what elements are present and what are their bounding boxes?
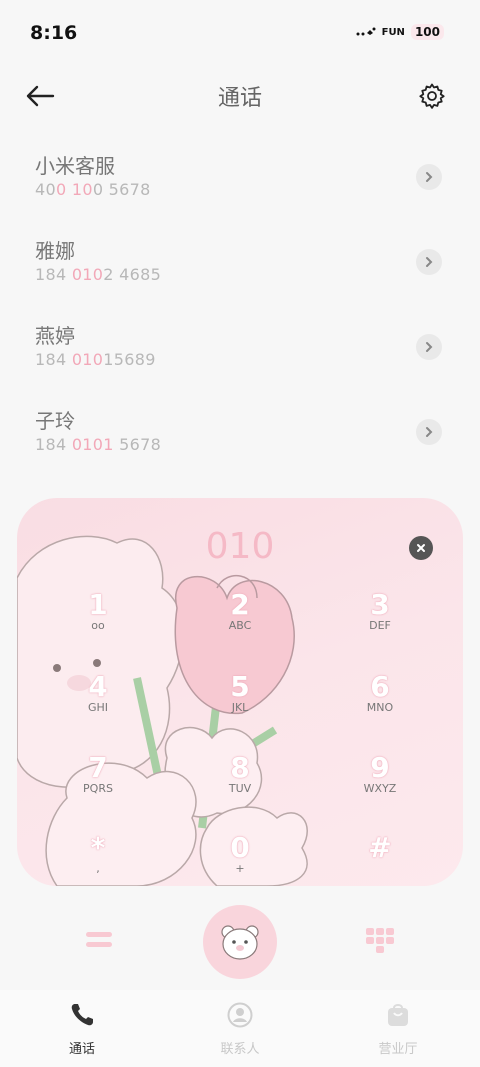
key-7[interactable]: 7 PQRS bbox=[38, 751, 158, 821]
key-5[interactable]: 5 JKL bbox=[180, 670, 300, 740]
tab-service-hall[interactable]: 营业厅 bbox=[353, 1002, 443, 1057]
contact-detail-button[interactable] bbox=[416, 334, 442, 360]
network-badge: FUN bbox=[381, 26, 405, 38]
contact-row[interactable]: 小米客服 400 100 5678 bbox=[0, 140, 480, 225]
dialpad-icon bbox=[366, 928, 394, 953]
settings-button[interactable] bbox=[414, 78, 450, 114]
bottom-nav: 通话 联系人 营业厅 bbox=[0, 990, 480, 1067]
contact-detail-button[interactable] bbox=[416, 249, 442, 275]
contact-name: 雅娜 bbox=[35, 239, 75, 263]
key-4[interactable]: 4 GHI bbox=[38, 670, 158, 740]
clear-input-button[interactable] bbox=[409, 536, 433, 560]
key-9[interactable]: 9 WXYZ bbox=[320, 751, 440, 821]
chevron-right-icon bbox=[426, 342, 433, 352]
signal-icon bbox=[356, 26, 376, 39]
contact-number: 184 0102 4685 bbox=[35, 265, 162, 284]
contact-list: 小米客服 400 100 5678 雅娜 184 0102 4685 燕婷 18… bbox=[0, 140, 480, 480]
contact-number: 184 01015689 bbox=[35, 350, 156, 369]
contact-name: 小米客服 bbox=[35, 154, 115, 178]
header: 通话 bbox=[0, 72, 480, 118]
key-1[interactable]: 1 ᴏᴏ bbox=[38, 588, 158, 658]
dial-actions bbox=[0, 900, 480, 980]
gear-icon bbox=[419, 83, 445, 109]
dialed-number-display: 010 bbox=[205, 526, 275, 567]
contact-detail-button[interactable] bbox=[416, 164, 442, 190]
key-8[interactable]: 8 TUV bbox=[180, 751, 300, 821]
page-title: 通话 bbox=[217, 86, 262, 111]
phone-icon bbox=[71, 1004, 93, 1026]
contact-detail-button[interactable] bbox=[416, 419, 442, 445]
keypad-toggle-button[interactable] bbox=[364, 926, 396, 954]
key-0[interactable]: 0 + bbox=[180, 831, 300, 886]
contact-name: 子玲 bbox=[35, 409, 75, 433]
person-icon bbox=[227, 1002, 253, 1028]
close-icon bbox=[417, 544, 425, 552]
tab-contacts[interactable]: 联系人 bbox=[195, 1002, 285, 1057]
equals-menu-icon bbox=[86, 932, 112, 947]
voicemail-icon: ᴏᴏ bbox=[91, 619, 105, 632]
key-2[interactable]: 2 ABC bbox=[180, 588, 300, 658]
chevron-right-icon bbox=[426, 257, 433, 267]
chevron-right-icon bbox=[426, 427, 433, 437]
key-hash[interactable]: # bbox=[320, 831, 440, 886]
dial-pad-card: 010 1 ᴏᴏ 2 ABC 3 DEF 4 GHI 5 JKL 6 MNO 7 PQRS 8… bbox=[17, 498, 463, 886]
contact-row[interactable]: 燕婷 184 01015689 bbox=[0, 310, 480, 395]
status-icons: FUN 100 bbox=[356, 24, 444, 40]
tab-calls[interactable]: 通话 bbox=[37, 1002, 127, 1057]
call-button[interactable] bbox=[203, 905, 277, 979]
bear-call-icon bbox=[221, 925, 259, 960]
contact-number: 184 0101 5678 bbox=[35, 435, 162, 454]
status-bar: 8:16 FUN 100 bbox=[0, 0, 480, 64]
shopping-bag-icon bbox=[388, 1004, 408, 1026]
key-star[interactable]: *, bbox=[38, 831, 158, 886]
contact-number: 400 100 5678 bbox=[35, 180, 151, 199]
menu-button[interactable] bbox=[84, 928, 114, 952]
battery-indicator: 100 bbox=[410, 24, 444, 40]
contact-row[interactable]: 子玲 184 0101 5678 bbox=[0, 395, 480, 480]
contact-name: 燕婷 bbox=[35, 324, 75, 348]
key-3[interactable]: 3 DEF bbox=[320, 588, 440, 658]
key-6[interactable]: 6 MNO bbox=[320, 670, 440, 740]
chevron-right-icon bbox=[426, 172, 433, 182]
contact-row[interactable]: 雅娜 184 0102 4685 bbox=[0, 225, 480, 310]
status-time: 8:16 bbox=[30, 22, 78, 44]
